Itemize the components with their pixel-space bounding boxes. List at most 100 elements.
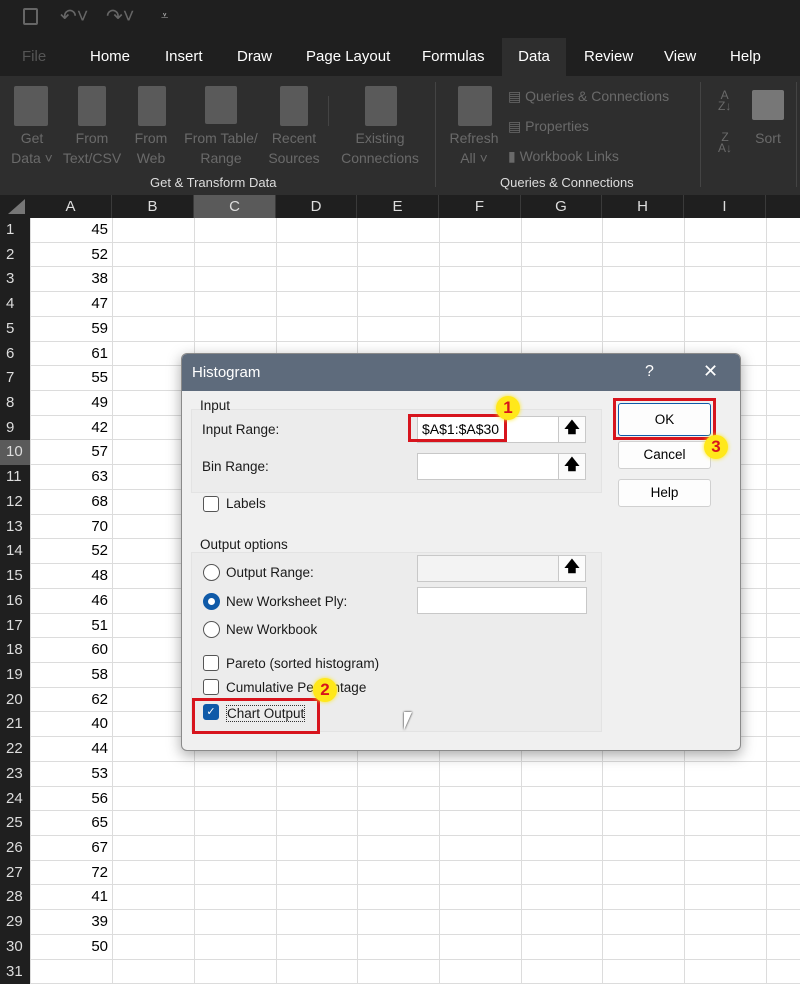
row-header[interactable]: 12 xyxy=(0,489,30,515)
output-range-field[interactable] xyxy=(417,555,559,582)
row-header[interactable]: 4 xyxy=(0,292,30,317)
new-worksheet-label[interactable]: New Worksheet Ply: xyxy=(226,594,347,609)
row-header[interactable]: 1 xyxy=(0,218,30,243)
tab-home[interactable]: Home xyxy=(88,38,132,78)
column-header-b[interactable]: B xyxy=(112,195,194,218)
cell-a5[interactable]: 59 xyxy=(30,317,112,342)
row-header[interactable]: 2 xyxy=(0,242,30,268)
from-table-range-button[interactable]: From Table/Range xyxy=(178,128,264,168)
cell-a15[interactable]: 48 xyxy=(30,564,112,589)
row-header[interactable]: 8 xyxy=(0,391,30,416)
refresh-all-button[interactable]: Refresh All ˅ xyxy=(444,128,504,168)
cell-a20[interactable]: 62 xyxy=(30,688,112,713)
select-all-button[interactable] xyxy=(8,199,25,214)
input-range-collapse-button[interactable]: 🡅 xyxy=(558,416,586,443)
cell-a25[interactable]: 65 xyxy=(30,811,112,836)
row-header[interactable]: 26 xyxy=(0,836,30,861)
row-header[interactable]: 11 xyxy=(0,465,30,490)
cell-a13[interactable]: 70 xyxy=(30,515,112,540)
row-header[interactable]: 3 xyxy=(0,267,30,293)
cell-a24[interactable]: 56 xyxy=(30,787,112,812)
labels-checkbox[interactable] xyxy=(203,496,219,512)
sort-az-icon[interactable]: A Z↓ xyxy=(718,89,731,112)
row-header[interactable]: 29 xyxy=(0,910,30,935)
row-header[interactable]: 19 xyxy=(0,662,30,688)
column-header-e[interactable]: E xyxy=(357,195,439,218)
existing-connections-button[interactable]: Existing Connections xyxy=(334,128,426,168)
bin-range-field[interactable] xyxy=(417,453,559,480)
cell-a29[interactable]: 39 xyxy=(30,910,112,935)
cell-a27[interactable]: 72 xyxy=(30,861,112,886)
cell-a16[interactable]: 46 xyxy=(30,589,112,614)
row-header[interactable]: 6 xyxy=(0,341,30,367)
output-range-radio[interactable] xyxy=(203,564,220,581)
output-range-label[interactable]: Output Range: xyxy=(226,565,314,580)
cell-a11[interactable]: 63 xyxy=(30,465,112,490)
row-header[interactable]: 18 xyxy=(0,638,30,663)
column-header-h[interactable]: H xyxy=(602,195,684,218)
recent-sources-button[interactable]: Recent Sources xyxy=(264,128,324,168)
tab-insert[interactable]: Insert xyxy=(163,38,205,78)
column-header-f[interactable]: F xyxy=(439,195,521,218)
new-worksheet-name-field[interactable] xyxy=(417,587,587,614)
row-header[interactable]: 7 xyxy=(0,366,30,392)
cell-a1[interactable]: 45 xyxy=(30,218,112,243)
cell-a2[interactable]: 52 xyxy=(30,243,112,268)
queries-connections-button[interactable]: ▤ Queries & Connections xyxy=(508,86,669,106)
from-web-button[interactable]: From Web xyxy=(128,128,174,168)
row-header[interactable]: 24 xyxy=(0,786,30,812)
tab-data[interactable]: Data xyxy=(502,38,566,78)
cumulative-percentage-checkbox[interactable] xyxy=(203,679,219,695)
tab-review[interactable]: Review xyxy=(582,38,635,78)
row-header[interactable]: 10 xyxy=(0,440,30,466)
cell-a19[interactable]: 58 xyxy=(30,663,112,688)
cell-a4[interactable]: 47 xyxy=(30,292,112,317)
cell-a8[interactable]: 49 xyxy=(30,391,112,416)
row-header[interactable]: 21 xyxy=(0,712,30,738)
cell-a21[interactable]: 40 xyxy=(30,712,112,737)
pareto-label[interactable]: Pareto (sorted histogram) xyxy=(226,656,379,671)
cell-a30[interactable]: 50 xyxy=(30,935,112,960)
cumulative-percentage-label[interactable]: Cumulative Percentage xyxy=(226,680,366,695)
column-header-g[interactable]: G xyxy=(521,195,602,218)
new-worksheet-radio[interactable] xyxy=(203,593,220,610)
row-header[interactable]: 31 xyxy=(0,959,30,984)
row-header[interactable]: 30 xyxy=(0,934,30,960)
column-header-i[interactable]: I xyxy=(684,195,766,218)
row-header[interactable]: 15 xyxy=(0,564,30,589)
workbook-links-button[interactable]: ▮ Workbook Links xyxy=(508,146,619,166)
row-header[interactable]: 16 xyxy=(0,588,30,614)
cell-a18[interactable]: 60 xyxy=(30,638,112,663)
redo-icon[interactable]: ↷˅ xyxy=(106,4,134,29)
cell-a28[interactable]: 41 xyxy=(30,885,112,910)
row-header[interactable]: 9 xyxy=(0,415,30,441)
cell-a12[interactable]: 68 xyxy=(30,490,112,515)
tab-file[interactable]: File xyxy=(20,38,48,78)
help-button[interactable]: Help xyxy=(618,479,711,507)
cell-a9[interactable]: 42 xyxy=(30,416,112,441)
row-header[interactable]: 27 xyxy=(0,860,30,886)
properties-button[interactable]: ▤ Properties xyxy=(508,116,589,136)
row-header[interactable]: 20 xyxy=(0,687,30,713)
sort-button[interactable]: Sort xyxy=(748,128,788,148)
output-range-collapse-button[interactable]: 🡅 xyxy=(558,555,586,582)
pareto-checkbox[interactable] xyxy=(203,655,219,671)
column-header-c[interactable]: C xyxy=(194,195,276,218)
tab-draw[interactable]: Draw xyxy=(235,38,274,78)
cell-a3[interactable]: 38 xyxy=(30,267,112,292)
cancel-button[interactable]: Cancel xyxy=(618,441,711,469)
cell-a26[interactable]: 67 xyxy=(30,836,112,861)
new-workbook-radio[interactable] xyxy=(203,621,220,638)
row-header[interactable]: 23 xyxy=(0,761,30,787)
get-data-button[interactable]: Get Data ˅ xyxy=(8,128,56,168)
column-header-d[interactable]: D xyxy=(276,195,357,218)
cell-a17[interactable]: 51 xyxy=(30,614,112,639)
row-header[interactable]: 28 xyxy=(0,885,30,911)
close-icon[interactable]: ✕ xyxy=(703,361,718,382)
row-header[interactable]: 5 xyxy=(0,316,30,342)
row-header[interactable]: 17 xyxy=(0,613,30,639)
undo-icon[interactable]: ↶˅ xyxy=(60,4,88,29)
labels-label[interactable]: Labels xyxy=(226,496,266,511)
save-icon[interactable] xyxy=(23,8,38,25)
cell-a22[interactable]: 44 xyxy=(30,737,112,762)
